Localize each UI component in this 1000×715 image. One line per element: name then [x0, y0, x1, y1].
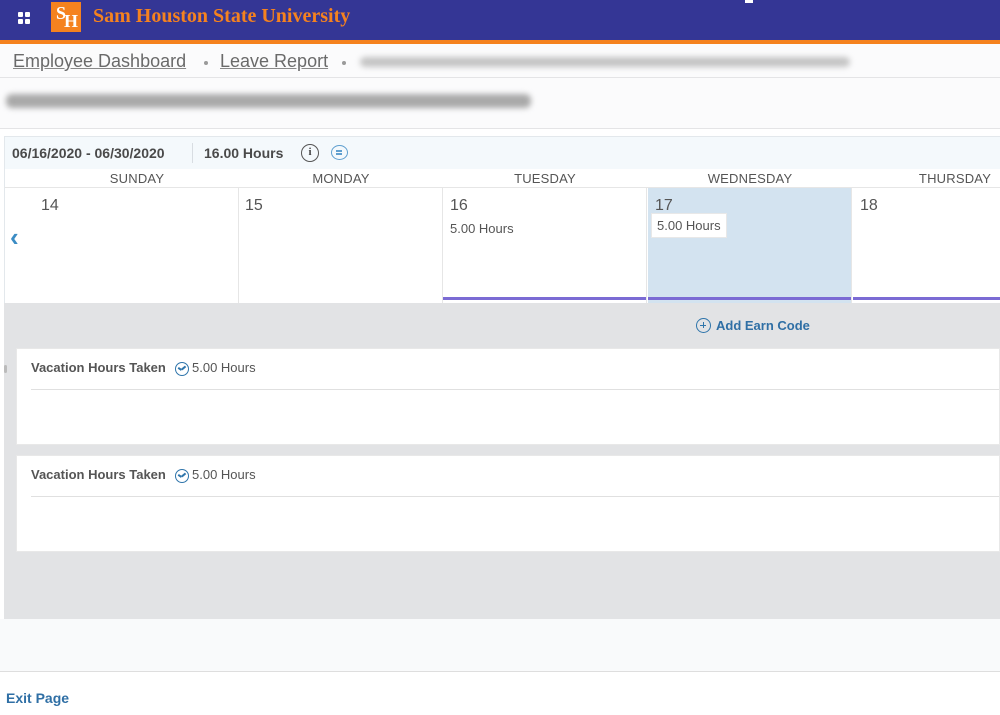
info-icon[interactable]: i: [301, 144, 319, 162]
period-total-hours: 16.00 Hours: [204, 145, 284, 161]
add-earn-code-button[interactable]: Add Earn Code: [696, 318, 810, 333]
day-date: 16: [450, 197, 468, 214]
exit-page-link[interactable]: Exit Page: [6, 690, 69, 706]
apps-grid-icon[interactable]: [18, 12, 30, 24]
breadcrumb-separator: [204, 61, 208, 65]
breadcrumb-separator: [342, 61, 346, 65]
top-navigation-bar: SH Sam Houston State University: [0, 0, 1000, 40]
day-header-thursday: THURSDAY: [918, 171, 992, 186]
day-date: 15: [245, 197, 263, 214]
chevron-left-icon[interactable]: ‹: [10, 224, 19, 250]
pay-period-range: 06/16/2020 - 06/30/2020: [12, 145, 165, 161]
earn-code-entry[interactable]: Vacation Hours Taken 5.00 Hours: [16, 455, 1000, 552]
earn-code-hours: 5.00 Hours: [192, 467, 256, 482]
day-hours: 5.00 Hours: [651, 213, 727, 238]
breadcrumb-employee-dashboard[interactable]: Employee Dashboard: [13, 51, 186, 72]
calendar-day-16[interactable]: 16 5.00 Hours: [443, 188, 647, 303]
university-logo[interactable]: SH: [51, 2, 81, 32]
add-earn-code-label: Add Earn Code: [716, 318, 810, 333]
entry-divider: [31, 389, 999, 390]
logo-letter-s: S: [55, 3, 66, 23]
period-divider: [192, 143, 193, 163]
plus-circle-icon: [696, 318, 711, 333]
day-hours: 5.00 Hours: [450, 221, 514, 236]
pay-period-header: 06/16/2020 - 06/30/2020 16.00 Hours i: [4, 136, 1000, 169]
day-header-monday: MONDAY: [312, 171, 370, 186]
breadcrumb-leave-report[interactable]: Leave Report: [220, 51, 328, 72]
page-title-bar: [0, 78, 1000, 129]
earn-code-hours: 5.00 Hours: [192, 360, 256, 375]
calendar-day-15[interactable]: 15: [239, 188, 443, 303]
clock-icon: [175, 469, 189, 483]
calendar-day-14[interactable]: 14 ‹: [5, 188, 239, 303]
earn-code-name: Vacation Hours Taken: [31, 467, 166, 482]
day-entry-bar: [443, 297, 646, 300]
earn-code-entry[interactable]: Vacation Hours Taken 5.00 Hours: [16, 348, 1000, 445]
side-handle: [4, 365, 7, 373]
breadcrumb-current-redacted: [360, 57, 850, 67]
page-title-redacted: [6, 94, 531, 108]
calendar-week: 14 ‹ 15 16 5.00 Hours 17 5.00 Hours 18: [4, 188, 1000, 303]
day-detail-panel: Add Earn Code Vacation Hours Taken 5.00 …: [4, 303, 1000, 619]
day-header-tuesday: TUESDAY: [514, 171, 576, 186]
footer-band: [0, 619, 1000, 672]
earn-code-name: Vacation Hours Taken: [31, 360, 166, 375]
calendar-day-17[interactable]: 17 5.00 Hours: [648, 188, 852, 303]
comment-icon[interactable]: [331, 145, 348, 160]
logo-letter-h: H: [64, 11, 78, 31]
entry-divider: [31, 496, 999, 497]
day-header-wednesday: WEDNESDAY: [707, 171, 793, 186]
clock-icon: [175, 362, 189, 376]
day-header-sunday: SUNDAY: [109, 171, 165, 186]
calendar-day-headers: SUNDAY MONDAY TUESDAY WEDNESDAY THURSDAY: [4, 169, 1000, 188]
breadcrumb: Employee Dashboard Leave Report: [0, 44, 1000, 78]
university-name[interactable]: Sam Houston State University: [93, 5, 350, 28]
day-date: 14: [41, 197, 59, 214]
day-entry-bar: [853, 297, 1000, 300]
calendar-day-18[interactable]: 18: [853, 188, 1000, 303]
day-date: 18: [860, 197, 878, 214]
day-entry-bar: [648, 297, 851, 300]
top-bar-marker: [745, 0, 753, 3]
